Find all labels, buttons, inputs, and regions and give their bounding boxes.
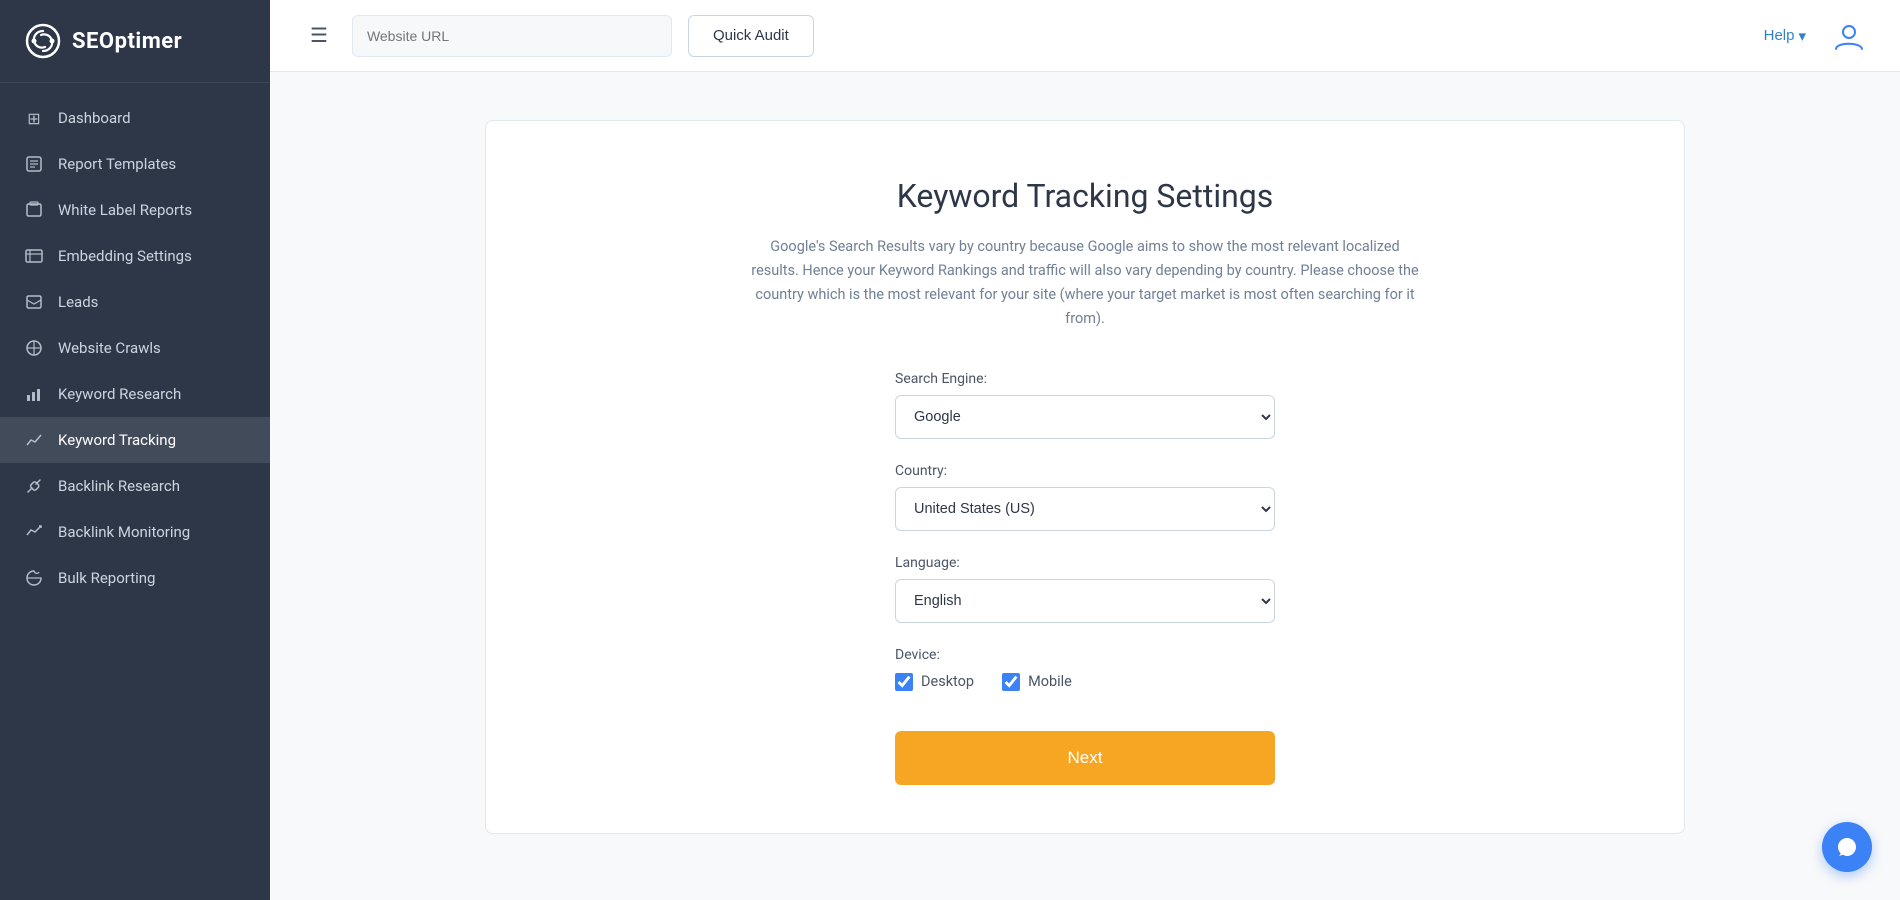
backlink-monitoring-icon — [24, 522, 44, 542]
keyword-tracking-icon — [24, 430, 44, 450]
sidebar-item-label: Report Templates — [58, 155, 176, 173]
sidebar-item-label: Embedding Settings — [58, 247, 192, 265]
main-area: ☰ Quick Audit Help ▾ Keyword Tracking Se… — [270, 0, 1900, 900]
sidebar-nav: ⊞ Dashboard Report Templates White Label… — [0, 83, 270, 900]
sidebar-item-website-crawls[interactable]: Website Crawls — [0, 325, 270, 371]
language-select[interactable]: English Spanish French German Portuguese — [895, 579, 1275, 623]
user-icon-button[interactable] — [1830, 17, 1868, 55]
backlink-research-icon — [24, 476, 44, 496]
embedding-icon — [24, 246, 44, 266]
search-engine-label: Search Engine: — [895, 371, 1275, 387]
settings-form: Search Engine: Google Bing Yahoo Country… — [895, 371, 1275, 785]
language-group: Language: English Spanish French German … — [895, 555, 1275, 623]
chat-bubble-button[interactable] — [1822, 822, 1872, 872]
report-templates-icon — [24, 154, 44, 174]
quick-audit-button[interactable]: Quick Audit — [688, 15, 814, 57]
sidebar-item-label: Bulk Reporting — [58, 569, 155, 587]
brand-name: SEOptimer — [72, 29, 182, 54]
sidebar-item-label: Keyword Research — [58, 385, 181, 403]
dashboard-icon: ⊞ — [24, 108, 44, 128]
sidebar-item-label: Backlink Monitoring — [58, 523, 190, 541]
sidebar-item-bulk-reporting[interactable]: Bulk Reporting — [0, 555, 270, 601]
mobile-label: Mobile — [1028, 673, 1072, 690]
page-title: Keyword Tracking Settings — [897, 177, 1274, 215]
website-crawls-icon — [24, 338, 44, 358]
desktop-checkbox-item[interactable]: Desktop — [895, 673, 974, 691]
device-group: Device: Desktop Mobile — [895, 647, 1275, 691]
sidebar: SEOptimer ⊞ Dashboard Report Templates W… — [0, 0, 270, 900]
mobile-checkbox-item[interactable]: Mobile — [1002, 673, 1072, 691]
sidebar-item-dashboard[interactable]: ⊞ Dashboard — [0, 95, 270, 141]
search-engine-select[interactable]: Google Bing Yahoo — [895, 395, 1275, 439]
language-label: Language: — [895, 555, 1275, 571]
sidebar-item-leads[interactable]: Leads — [0, 279, 270, 325]
header: ☰ Quick Audit Help ▾ — [270, 0, 1900, 72]
brand-logo-icon — [24, 22, 62, 60]
mobile-checkbox[interactable] — [1002, 673, 1020, 691]
next-button[interactable]: Next — [895, 731, 1275, 785]
white-label-icon — [24, 200, 44, 220]
sidebar-item-keyword-tracking[interactable]: Keyword Tracking — [0, 417, 270, 463]
bulk-reporting-icon — [24, 568, 44, 588]
keyword-research-icon — [24, 384, 44, 404]
sidebar-item-backlink-monitoring[interactable]: Backlink Monitoring — [0, 509, 270, 555]
sidebar-item-backlink-research[interactable]: Backlink Research — [0, 463, 270, 509]
country-group: Country: United States (US) United Kingd… — [895, 463, 1275, 531]
page-description: Google's Search Results vary by country … — [745, 235, 1425, 331]
search-engine-group: Search Engine: Google Bing Yahoo — [895, 371, 1275, 439]
sidebar-item-label: White Label Reports — [58, 201, 192, 219]
sidebar-item-label: Keyword Tracking — [58, 431, 176, 449]
url-input[interactable] — [352, 15, 672, 57]
help-button[interactable]: Help ▾ — [1764, 27, 1806, 45]
sidebar-item-report-templates[interactable]: Report Templates — [0, 141, 270, 187]
sidebar-item-label: Leads — [58, 293, 98, 311]
sidebar-item-label: Backlink Research — [58, 477, 180, 495]
help-chevron-icon: ▾ — [1798, 27, 1806, 45]
sidebar-item-white-label-reports[interactable]: White Label Reports — [0, 187, 270, 233]
sidebar-item-keyword-research[interactable]: Keyword Research — [0, 371, 270, 417]
content-area: Keyword Tracking Settings Google's Searc… — [270, 72, 1900, 900]
help-label: Help — [1764, 27, 1795, 44]
hamburger-button[interactable]: ☰ — [302, 19, 336, 52]
desktop-checkbox[interactable] — [895, 673, 913, 691]
device-checkboxes: Desktop Mobile — [895, 673, 1275, 691]
sidebar-item-embedding-settings[interactable]: Embedding Settings — [0, 233, 270, 279]
device-label: Device: — [895, 647, 1275, 663]
country-label: Country: — [895, 463, 1275, 479]
sidebar-item-label: Website Crawls — [58, 339, 161, 357]
settings-card: Keyword Tracking Settings Google's Searc… — [485, 120, 1685, 834]
sidebar-item-label: Dashboard — [58, 109, 131, 127]
sidebar-logo: SEOptimer — [0, 0, 270, 83]
leads-icon — [24, 292, 44, 312]
desktop-label: Desktop — [921, 673, 974, 690]
country-select[interactable]: United States (US) United Kingdom (GB) A… — [895, 487, 1275, 531]
